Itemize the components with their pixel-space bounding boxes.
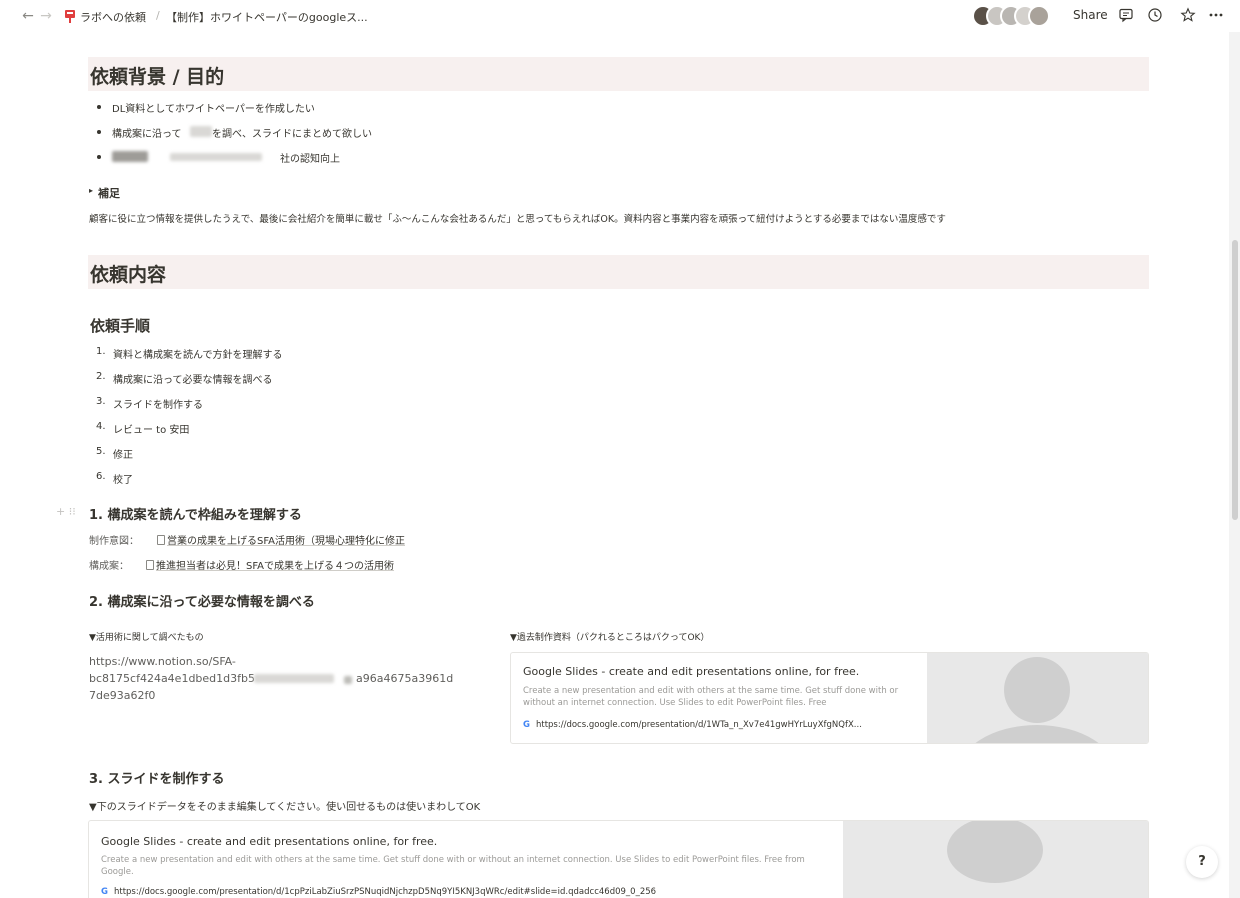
page-link-text: 営業の成果を上げるSFA活用術（現場心理特化に修正 (167, 536, 406, 547)
forward-arrow-icon[interactable]: → (38, 8, 54, 24)
breadcrumb-separator: / (156, 9, 160, 22)
back-arrow-icon[interactable]: ← (20, 8, 36, 24)
bookmark-thumbnail (927, 653, 1148, 743)
redacted-text (190, 126, 212, 137)
page-icon (146, 560, 154, 570)
bookmark-description: Create a new presentation and edit with … (101, 855, 805, 877)
bookmark-url-text: https://docs.google.com/presentation/d/1… (113, 887, 657, 897)
bullet-dot (97, 130, 101, 134)
step-text[interactable]: スライドを制作する (113, 396, 203, 411)
notion-url-line[interactable]: https://www.notion.so/SFA- (89, 655, 236, 668)
help-button[interactable]: ? (1186, 846, 1218, 878)
bullet-dot (97, 105, 101, 109)
past-materials-label: ▼過去制作資料（パクれるところはパクってOK） (510, 633, 710, 643)
bookmark-title: Google Slides - create and edit presenta… (523, 665, 860, 678)
bullet-dot (97, 155, 101, 159)
heading-step-2[interactable]: 2. 構成案に沿って必要な情報を調べる (89, 591, 315, 610)
person-placeholder-icon (1004, 657, 1070, 723)
collaborator-avatars[interactable] (972, 5, 1060, 27)
step-text[interactable]: 修正 (113, 446, 133, 461)
research-label: ▼活用術に関して調べたもの (89, 633, 204, 643)
redacted-text (254, 674, 334, 683)
heading-step-3[interactable]: 3. スライドを制作する (89, 768, 225, 787)
toggle-triangle-icon[interactable]: ▸ (89, 186, 93, 195)
bookmark-url: Ghttps://docs.google.com/presentation/d/… (101, 887, 656, 897)
supplement-note: 顧客に役に立つ情報を提供したうえで、最後に会社紹介を簡単に載せ「ふ〜んこんな会社… (89, 214, 946, 225)
plan-label: 構成案： (89, 561, 129, 572)
bookmark-thumbnail (843, 821, 1148, 898)
scrollbar-thumb[interactable] (1232, 240, 1238, 520)
bullet-text[interactable]: 構成案に沿って (112, 125, 182, 140)
page-link-intent[interactable]: 営業の成果を上げるSFA活用術（現場心理特化に修正 (157, 532, 405, 547)
more-icon[interactable] (1208, 7, 1224, 23)
breadcrumb-current[interactable]: 【制作】ホワイトペーパーのgoogleス... (166, 9, 368, 25)
google-icon: G (101, 887, 108, 897)
step-text[interactable]: 校了 (113, 471, 133, 486)
slides-instruction: ▼下のスライドデータをそのまま編集してください。使い回せるものは使いまわしてOK (89, 802, 481, 813)
step-text[interactable]: 構成案に沿って必要な情報を調べる (113, 371, 273, 386)
heading-request-content[interactable]: 依頼内容 (90, 260, 166, 287)
person-placeholder-body (957, 725, 1117, 743)
bookmark-card[interactable]: Google Slides - create and edit presenta… (510, 652, 1149, 744)
step-text[interactable]: 資料と構成案を読んで方針を理解する (113, 346, 283, 361)
redacted-text (170, 153, 262, 161)
heading-background-purpose[interactable]: 依頼背景 / 目的 (90, 62, 224, 89)
heading-step-1[interactable]: 1. 構成案を読んで枠組みを理解する (89, 504, 302, 523)
heading-band (88, 255, 1149, 289)
step-number: 2. (96, 371, 106, 382)
top-bar: ← → ラボへの依頼 / 【制作】ホワイトペーパーのgoogleス... Sha… (0, 0, 1240, 32)
pin-icon (65, 10, 75, 23)
step-number: 5. (96, 446, 106, 457)
page-icon (157, 535, 165, 545)
page-link-text: 推進担当者は必見！SFAで成果を上げる４つの活用術 (156, 561, 395, 572)
notion-url-line[interactable]: a96a4675a3961d (356, 672, 453, 685)
step-number: 3. (96, 396, 106, 407)
bookmark-title: Google Slides - create and edit presenta… (101, 835, 438, 848)
bookmark-url: Ghttps://docs.google.com/presentation/d/… (523, 720, 862, 730)
avatar[interactable] (1028, 5, 1050, 27)
bullet-text[interactable]: 社の認知向上 (280, 150, 340, 165)
comment-icon[interactable] (1118, 7, 1134, 23)
bullet-text[interactable]: DL資料としてホワイトペーパーを作成したい (112, 100, 315, 115)
person-placeholder-icon (947, 821, 1043, 883)
step-number: 6. (96, 471, 106, 482)
notion-url-line[interactable]: bc8175cf424a4e1dbed1d3fb5 (89, 672, 255, 685)
heading-procedure[interactable]: 依頼手順 (90, 315, 150, 336)
intent-label: 制作意図： (89, 536, 139, 547)
google-icon: G (523, 720, 530, 730)
step-text[interactable]: レビュー to 安田 (113, 421, 189, 436)
bookmark-card[interactable]: Google Slides - create and edit presenta… (88, 820, 1149, 898)
redacted-text (344, 676, 352, 684)
share-button[interactable]: Share (1073, 8, 1108, 22)
notion-url-line[interactable]: 7de93a62f0 (89, 689, 155, 702)
block-drag-handle-icon[interactable]: + ⁝⁝ (56, 505, 76, 518)
step-number: 1. (96, 346, 106, 357)
star-icon[interactable] (1180, 7, 1196, 23)
bookmark-description: Create a new presentation and edit with … (523, 686, 899, 708)
toggle-label[interactable]: 補足 (98, 185, 120, 201)
heading-band (88, 57, 1149, 91)
breadcrumb-parent[interactable]: ラボへの依頼 (80, 9, 146, 25)
bullet-text[interactable]: を調べ、スライドにまとめて欲しい (212, 125, 372, 140)
bookmark-url-text: https://docs.google.com/presentation/d/1… (535, 720, 862, 730)
page-link-plan[interactable]: 推進担当者は必見！SFAで成果を上げる４つの活用術 (146, 557, 394, 572)
redacted-text (112, 151, 148, 162)
step-number: 4. (96, 421, 106, 432)
history-icon[interactable] (1147, 7, 1163, 23)
